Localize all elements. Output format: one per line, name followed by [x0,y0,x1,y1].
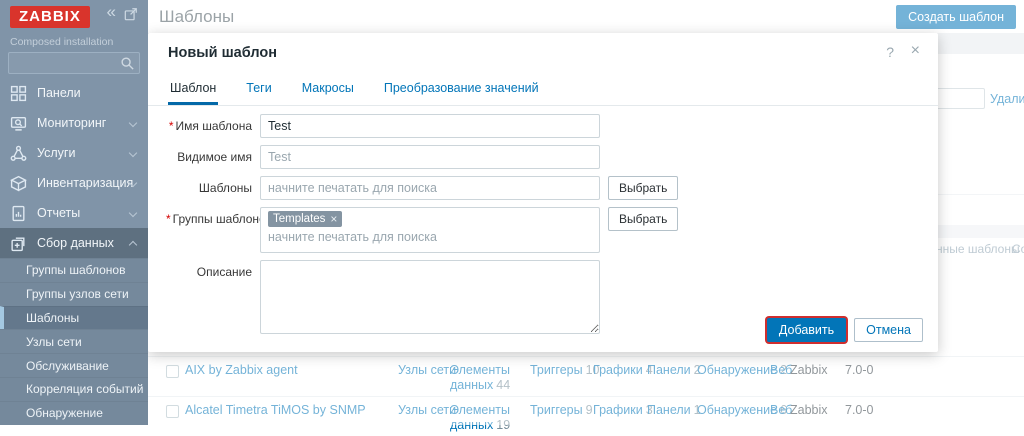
modal-tab-1[interactable]: Теги [244,79,273,102]
modal-tab-2[interactable]: Макросы [300,79,356,102]
required-asterisk: * [166,212,171,226]
sidebar-item-label: Услуги [37,146,75,160]
sidebar-subitem-1[interactable]: Группы узлов сети [0,282,148,306]
sidebar-subitem-5[interactable]: Корреляция событий [0,377,148,401]
sidebar-item-label: Мониторинг [37,116,106,130]
sidebar-subitem-6[interactable]: Обнаружение [0,401,148,425]
modal-help-icon[interactable]: ? [886,44,894,60]
monitoring-icon [10,115,27,132]
sidebar-subitem-label: Обнаружение [26,406,103,420]
sidebar-search-input[interactable] [8,52,140,74]
sidebar-item-3[interactable]: Инвентаризация [0,168,148,198]
zabbix-logo[interactable]: ZABBIX [10,6,90,28]
required-asterisk: * [169,119,174,133]
add-button[interactable]: Добавить [767,318,846,342]
modal-tab-0[interactable]: Шаблон [168,79,218,105]
sidebar-item-4[interactable]: Отчеты [0,198,148,228]
modal-footer: Добавить Отмена [767,318,923,342]
modal-tabs: Шаблон Теги Макросы Преобразование значений [148,79,938,106]
sidebar-subitem-label: Шаблоны [26,311,79,325]
templates-placeholder: начните печатать для поиска [268,181,437,195]
templates-label: Шаблоны [166,176,252,195]
sidebar-item-label: Панели [37,86,81,100]
collapse-sidebar-icon[interactable]: « [107,4,116,20]
dashboards-icon [10,85,27,102]
chevron-down-icon [129,209,137,217]
sidebar-submenu: Группы шаблонов Группы узлов сети Шаблоны У… [0,258,148,425]
sidebar-item-label: Отчеты [37,206,80,220]
templates-multiselect[interactable]: начните печатать для поиска [260,176,600,200]
template-groups-label: *Группы шаблонов [166,207,252,226]
sidebar-item-2[interactable]: Услуги [0,138,148,168]
modal-title: Новый шаблон [168,45,277,61]
chevron-up-icon [129,241,137,249]
services-icon [10,145,27,162]
sidebar-item-label: Инвентаризация [37,176,133,190]
sidebar-subitem-0[interactable]: Группы шаблонов [0,258,148,282]
sidebar-subitem-label: Группы узлов сети [26,287,129,301]
sidebar-menu: Панели Мониторинг Услуги Инвентаризация Отче… [0,78,148,258]
template-name-label: *Имя шаблона [166,114,252,133]
templates-group-chip[interactable]: Templates × [268,211,342,227]
chip-remove-icon[interactable]: × [330,212,337,226]
sidebar-subitem-3[interactable]: Узлы сети [0,329,148,353]
search-icon [120,56,135,71]
sidebar-subitem-4[interactable]: Обслуживание [0,353,148,377]
reports-icon [10,205,27,222]
modal-close-icon[interactable]: × [911,42,920,60]
sidebar-subitem-2[interactable]: Шаблоны [0,306,148,330]
cancel-button[interactable]: Отмена [854,318,923,342]
templates-select-button[interactable]: Выбрать [608,176,678,200]
template-form: *Имя шаблона Видимое имя Шаблоны начните… [166,114,678,334]
sidebar-subitem-label: Корреляция событий [26,382,143,396]
chevron-down-icon [129,119,137,127]
sidebar-subitem-label: Узлы сети [26,335,82,349]
modal-tab-3[interactable]: Преобразование значений [382,79,541,102]
sidebar-subitem-label: Группы шаблонов [26,263,125,277]
groups-select-button[interactable]: Выбрать [608,207,678,231]
visible-name-label: Видимое имя [166,145,252,164]
sidebar-item-5[interactable]: Сбор данных [0,228,148,258]
sidebar-item-1[interactable]: Мониторинг [0,108,148,138]
installation-subtitle: Composed installation [10,36,113,48]
visible-name-input[interactable] [260,145,600,169]
sidebar-item-0[interactable]: Панели [0,78,148,108]
sidebar-item-label: Сбор данных [37,236,114,250]
new-template-modal: Новый шаблон ? × Шаблон Теги Макросы Преобр… [148,33,938,352]
sidebar-subitem-label: Обслуживание [26,359,109,373]
sidebar: ZABBIX « Composed installation Панели Мон… [0,0,148,425]
description-label: Описание [166,260,252,279]
template-groups-multiselect[interactable]: Templates × начните печатать для поиска [260,207,600,253]
description-textarea[interactable] [260,260,600,334]
undock-sidebar-icon[interactable] [124,7,138,25]
chevron-down-icon [129,149,137,157]
groups-placeholder: начните печатать для поиска [268,230,592,244]
inventory-icon [10,175,27,192]
data-collection-icon [10,235,27,252]
template-name-input[interactable] [260,114,600,138]
